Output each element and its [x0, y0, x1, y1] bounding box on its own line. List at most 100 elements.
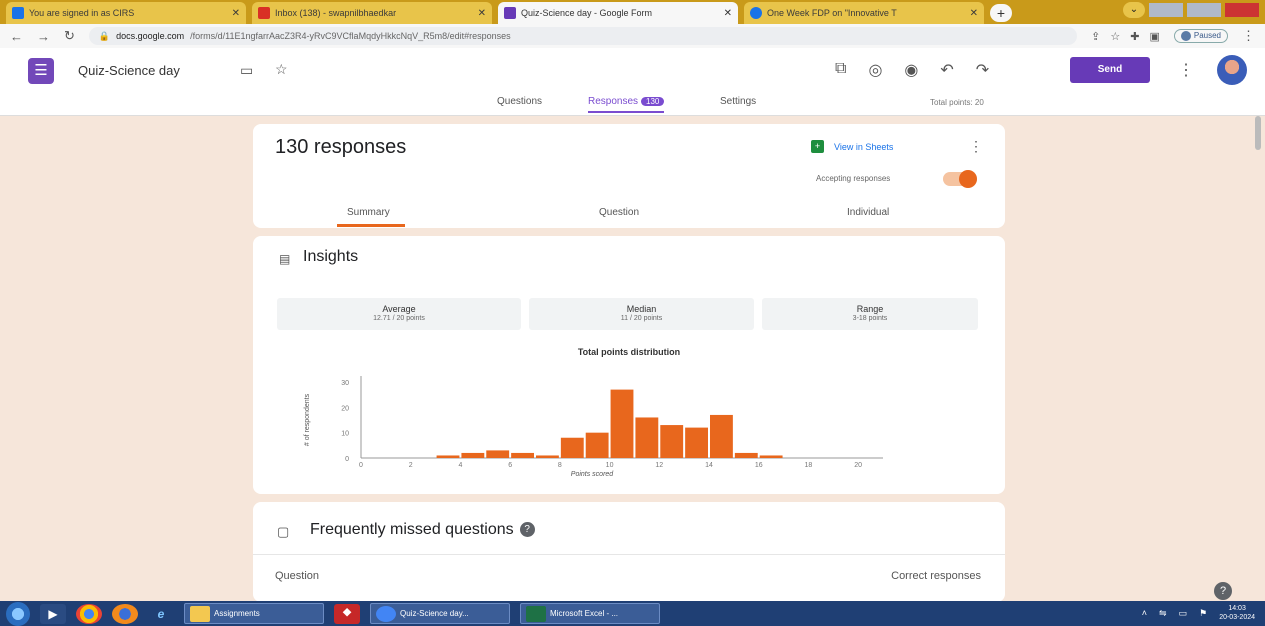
firefox-icon[interactable] — [112, 603, 138, 624]
new-tab-button[interactable]: + — [990, 4, 1012, 22]
maximize-button[interactable] — [1187, 3, 1221, 17]
histogram-bar — [536, 455, 559, 458]
stat-label: Median — [626, 304, 657, 314]
account-avatar[interactable] — [1217, 55, 1247, 85]
y-tick-label: 10 — [341, 431, 349, 438]
url-path: /forms/d/11E1ngfarrAacZ3R4-yRvC9VCflaMqd… — [190, 31, 511, 41]
histogram-bar — [685, 427, 708, 458]
close-tab-icon[interactable]: ✕ — [232, 8, 240, 19]
task-label: Quiz-Science day... — [400, 609, 469, 618]
tab-title: Quiz-Science day - Google Form — [521, 8, 653, 18]
internet-explorer-icon[interactable]: e — [148, 604, 174, 624]
insights-title: Insights — [303, 248, 359, 265]
taskbar-task[interactable]: Microsoft Excel - ... — [520, 603, 660, 624]
url-host: docs.google.com — [116, 31, 185, 41]
stat-range: Range 3-18 points — [762, 298, 978, 330]
chrome-icon[interactable] — [76, 603, 102, 624]
help-icon[interactable]: ? — [519, 522, 535, 537]
close-tab-icon[interactable]: ✕ — [970, 8, 978, 19]
more-options-icon[interactable]: ⋮ — [1178, 60, 1194, 80]
column-header-correct: Correct responses — [891, 570, 981, 582]
share-icon[interactable]: ⇪ — [1091, 30, 1100, 43]
close-window-button[interactable] — [1225, 3, 1259, 17]
tab-responses-label: Responses — [588, 96, 639, 107]
preview-eye-icon[interactable]: ◉ — [904, 60, 918, 80]
display-icon[interactable]: ▭ — [1179, 608, 1188, 619]
acrobat-icon[interactable]: ⯁ — [334, 603, 360, 624]
accepting-responses-toggle[interactable] — [943, 170, 977, 188]
tab-individual[interactable]: Individual — [847, 207, 889, 218]
extensions-icon[interactable]: ✚ — [1130, 30, 1139, 43]
stat-value: 11 / 20 points — [620, 315, 663, 322]
forward-icon[interactable]: → — [37, 29, 50, 44]
paused-label: Paused — [1193, 31, 1221, 40]
close-tab-icon[interactable]: ✕ — [478, 8, 486, 19]
tab-title: Inbox (138) - swapnilbhaedkar — [275, 8, 397, 18]
media-player-icon[interactable]: ▶ — [40, 603, 66, 624]
browser-tab[interactable]: You are signed in as CIRS ✕ — [6, 2, 246, 24]
tab-search-icon[interactable]: ⌄ — [1123, 2, 1145, 18]
flag-icon[interactable]: ⚑ — [1199, 608, 1207, 619]
forms-header: ☰ Quiz-Science day ▭ ☆ ⧉ ◎ ◉ ↶ ↷ Send ⋮ … — [0, 48, 1265, 116]
chart-title: Total points distribution — [577, 347, 681, 357]
stat-value: 12.71 / 20 points — [373, 315, 425, 322]
tab-title: You are signed in as CIRS — [29, 8, 135, 18]
view-in-sheets-label: View in Sheets — [834, 141, 894, 152]
scrollbar-thumb[interactable] — [1255, 116, 1261, 150]
fmq-title: Frequently missed questions? — [310, 521, 535, 539]
clock-time: 14:03 — [1228, 605, 1246, 612]
view-in-sheets-link[interactable]: + View in Sheets — [811, 140, 893, 153]
y-tick-label: 0 — [345, 456, 349, 463]
histogram-bar — [610, 389, 634, 458]
x-tick-label: 8 — [558, 462, 562, 469]
histogram-bar — [486, 450, 510, 458]
x-tick-label: 0 — [359, 462, 363, 469]
histogram-bar — [734, 452, 758, 458]
palette-icon[interactable]: ◎ — [868, 60, 882, 80]
tab-responses[interactable]: Responses 130 — [588, 96, 665, 113]
star-icon[interactable]: ☆ — [275, 61, 288, 78]
sidepanel-icon[interactable]: ▣ — [1149, 30, 1159, 43]
divider — [253, 554, 1005, 555]
forms-logo-icon[interactable]: ☰ — [28, 58, 54, 84]
folder-icon — [190, 605, 210, 622]
tab-questions[interactable]: Questions — [497, 96, 542, 107]
addons-icon[interactable]: ⧉ — [835, 60, 846, 80]
undo-icon[interactable]: ↶ — [940, 60, 953, 80]
start-button[interactable] — [6, 601, 30, 626]
move-to-folder-icon[interactable]: ▭ — [240, 62, 253, 79]
page-scrollbar[interactable] — [1252, 116, 1265, 601]
histogram-bar — [635, 417, 659, 458]
browser-tab[interactable]: One Week FDP on "Innovative T ✕ — [744, 2, 984, 24]
minimize-button[interactable] — [1149, 3, 1183, 17]
form-title[interactable]: Quiz-Science day — [78, 63, 180, 78]
browser-tab-strip: You are signed in as CIRS ✕ Inbox (138) … — [0, 0, 1265, 24]
reload-icon[interactable]: ↻ — [64, 28, 75, 44]
taskbar-task[interactable]: Assignments — [184, 603, 324, 624]
tab-summary[interactable]: Summary — [347, 207, 390, 218]
stat-median: Median 11 / 20 points — [529, 298, 754, 330]
browser-tab-active[interactable]: Quiz-Science day - Google Form ✕ — [498, 2, 738, 24]
gmail-icon — [258, 7, 270, 19]
responses-more-icon[interactable]: ⋮ — [969, 138, 983, 155]
tab-settings[interactable]: Settings — [720, 96, 756, 107]
network-icon[interactable]: ⇋ — [1159, 608, 1167, 619]
browser-menu-icon[interactable]: ⋮ — [1242, 28, 1255, 44]
browser-tab[interactable]: Inbox (138) - swapnilbhaedkar ✕ — [252, 2, 492, 24]
responses-count: 130 responses — [275, 136, 407, 158]
tab-question[interactable]: Question — [599, 207, 639, 218]
tray-expand-icon[interactable]: ˄ — [1142, 608, 1147, 618]
tab-favicon-icon — [750, 7, 762, 19]
profile-paused-button[interactable]: Paused — [1173, 29, 1228, 43]
bookmark-star-icon[interactable]: ☆ — [1110, 30, 1120, 43]
address-bar-row: ← → ↻ 🔒 docs.google.com/forms/d/11E1ngfa… — [0, 24, 1265, 48]
floating-help-icon[interactable]: ? — [1214, 582, 1232, 600]
tab-favicon-icon — [12, 7, 24, 19]
clock[interactable]: 14:03 20-03-2024 — [1219, 604, 1255, 622]
taskbar-task-active[interactable]: Quiz-Science day... — [370, 603, 510, 624]
send-button[interactable]: Send — [1070, 57, 1150, 83]
redo-icon[interactable]: ↷ — [976, 60, 989, 80]
url-field[interactable]: 🔒 docs.google.com/forms/d/11E1ngfarrAacZ… — [88, 27, 1078, 45]
back-icon[interactable]: ← — [10, 29, 23, 44]
close-tab-icon[interactable]: ✕ — [724, 8, 732, 19]
